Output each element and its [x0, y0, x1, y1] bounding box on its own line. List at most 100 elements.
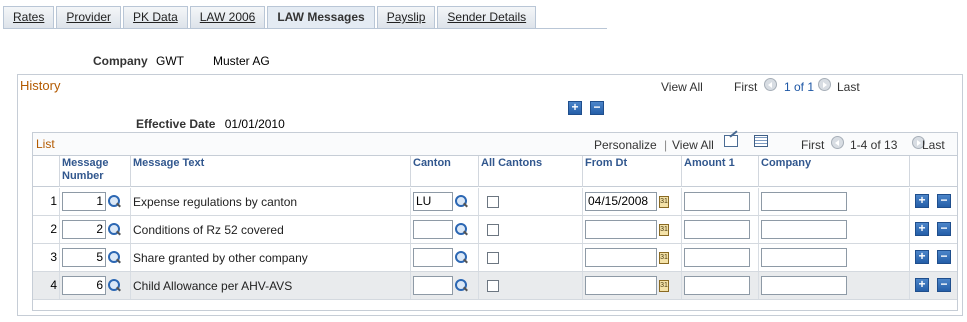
effective-date-value: 01/01/2010 — [224, 117, 285, 131]
company-cell — [758, 188, 909, 215]
col-canton[interactable]: Canton — [410, 156, 478, 187]
list-last[interactable]: Last — [922, 138, 945, 152]
list-prev-icon[interactable] — [831, 136, 844, 149]
message-text: Share granted by other company — [133, 250, 308, 265]
tab-law-2006[interactable]: LAW 2006 — [189, 6, 266, 28]
list-title: List — [36, 137, 55, 151]
message-number-cell: 6 — [59, 272, 130, 299]
row-add-button[interactable]: + — [915, 222, 929, 236]
company-input[interactable] — [761, 248, 847, 267]
canton-input[interactable] — [413, 220, 453, 239]
message-number-lookup-icon[interactable] — [108, 223, 121, 236]
company-input[interactable] — [761, 276, 847, 295]
message-number-lookup-icon[interactable] — [108, 279, 121, 292]
canton-cell — [410, 244, 478, 271]
calendar-icon[interactable]: 31 — [659, 195, 669, 208]
row-remove-button[interactable]: − — [937, 250, 951, 264]
message-text: Expense regulations by canton — [133, 194, 298, 209]
amount-1-cell — [681, 272, 758, 299]
history-title: History — [20, 78, 61, 93]
from-dt-input[interactable] — [585, 276, 657, 295]
message-number-lookup-icon[interactable] — [108, 195, 121, 208]
amount-1-cell — [681, 188, 758, 215]
message-number-cell: 5 — [59, 244, 130, 271]
amount-1-input[interactable] — [684, 276, 750, 295]
table-row: 2 2 Conditions of Rz 52 covered 31 + − — [33, 216, 957, 244]
history-first: First — [734, 80, 758, 94]
tab-rates[interactable]: Rates — [3, 6, 55, 28]
message-number-input[interactable]: 1 — [62, 192, 106, 211]
from-dt-input[interactable]: 04/15/2008 — [585, 192, 657, 211]
list-range[interactable]: 1-4 of 13 — [850, 138, 897, 152]
history-next-icon[interactable] — [818, 78, 831, 91]
message-number-lookup-icon[interactable] — [108, 251, 121, 264]
row-actions-cell: + − — [909, 272, 958, 299]
history-add-button[interactable]: + — [568, 101, 582, 115]
tab-underline — [3, 28, 607, 29]
company-input[interactable] — [761, 192, 847, 211]
row-add-button[interactable]: + — [915, 278, 929, 292]
effective-date-label: Effective Date — [136, 117, 216, 131]
download-grid-icon[interactable] — [754, 135, 768, 147]
all-cantons-checkbox[interactable] — [487, 251, 499, 264]
message-text-cell: Share granted by other company — [130, 244, 410, 271]
amount-1-input[interactable] — [684, 192, 750, 211]
calendar-icon[interactable]: 31 — [659, 279, 669, 292]
col-actions — [909, 156, 958, 187]
col-message-number-line2: Number — [62, 170, 104, 182]
history-range[interactable]: 1 of 1 — [784, 80, 814, 94]
personalize-link[interactable]: Personalize — [594, 138, 657, 152]
canton-input[interactable] — [413, 248, 453, 267]
row-add-button[interactable]: + — [915, 250, 929, 264]
canton-input[interactable] — [413, 276, 453, 295]
message-text-cell: Child Allowance per AHV-AVS — [130, 272, 410, 299]
row-number: 2 — [50, 222, 57, 236]
calendar-icon[interactable]: 31 — [659, 251, 669, 264]
company-input[interactable] — [761, 220, 847, 239]
company-cell — [758, 216, 909, 243]
message-number-input[interactable]: 5 — [62, 248, 106, 267]
row-remove-button[interactable]: − — [937, 278, 951, 292]
tab-provider[interactable]: Provider — [56, 6, 122, 28]
from-dt-cell: 31 — [582, 244, 681, 271]
list-view-all-link[interactable]: View All — [672, 138, 714, 152]
amount-1-input[interactable] — [684, 248, 750, 267]
calendar-icon[interactable]: 31 — [659, 223, 669, 236]
message-text-cell: Expense regulations by canton — [130, 188, 410, 215]
all-cantons-checkbox[interactable] — [487, 195, 499, 208]
new-window-icon[interactable] — [724, 130, 738, 147]
table-row: 3 5 Share granted by other company 31 + … — [33, 244, 957, 272]
tab-bar: Rates Provider PK Data LAW 2006 LAW Mess… — [3, 6, 538, 29]
row-remove-button[interactable]: − — [937, 222, 951, 236]
col-message-text[interactable]: Message Text — [130, 156, 410, 187]
col-message-number[interactable]: Message Number — [59, 156, 130, 187]
history-prev-icon[interactable] — [764, 78, 777, 91]
canton-lookup-icon[interactable] — [455, 195, 468, 208]
from-dt-cell: 04/15/2008 31 — [582, 188, 681, 215]
tab-pk-data[interactable]: PK Data — [123, 6, 188, 28]
tab-law-messages[interactable]: LAW Messages — [267, 6, 375, 29]
table-row: 4 6 Child Allowance per AHV-AVS 31 + − — [33, 272, 957, 300]
tab-sender-details[interactable]: Sender Details — [437, 6, 537, 28]
canton-lookup-icon[interactable] — [455, 223, 468, 236]
from-dt-input[interactable] — [585, 220, 657, 239]
history-remove-button[interactable]: − — [590, 101, 604, 115]
all-cantons-checkbox[interactable] — [487, 279, 499, 292]
amount-1-input[interactable] — [684, 220, 750, 239]
canton-lookup-icon[interactable] — [455, 251, 468, 264]
all-cantons-cell — [478, 244, 582, 271]
col-all-cantons[interactable]: All Cantons — [478, 156, 582, 187]
canton-cell — [410, 272, 478, 299]
all-cantons-checkbox[interactable] — [487, 223, 499, 236]
row-remove-button[interactable]: − — [937, 194, 951, 208]
row-add-button[interactable]: + — [915, 194, 929, 208]
tab-payslip[interactable]: Payslip — [376, 6, 436, 28]
from-dt-input[interactable] — [585, 248, 657, 267]
col-amount-1[interactable]: Amount 1 — [681, 156, 758, 187]
col-company[interactable]: Company — [758, 156, 909, 187]
col-from-dt[interactable]: From Dt — [582, 156, 681, 187]
canton-input[interactable]: LU — [413, 192, 453, 211]
canton-lookup-icon[interactable] — [455, 279, 468, 292]
message-number-input[interactable]: 2 — [62, 220, 106, 239]
message-number-input[interactable]: 6 — [62, 276, 106, 295]
